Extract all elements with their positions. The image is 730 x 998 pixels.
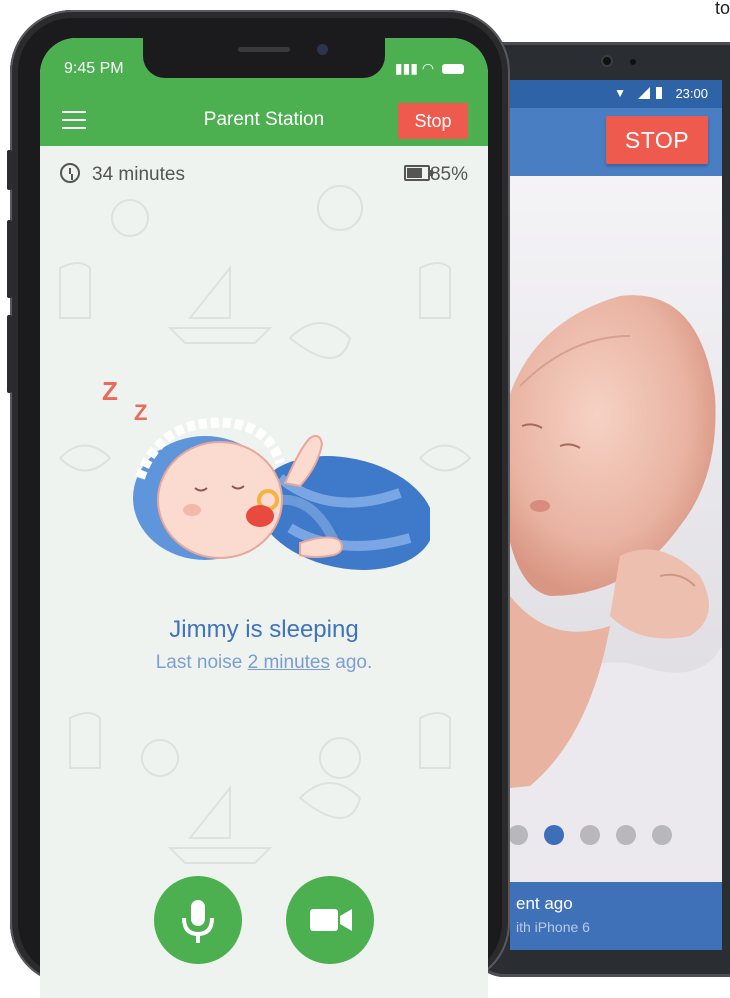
page-dot[interactable]: [616, 825, 636, 845]
android-screen: ▼ 23:00 STOP ent ago ith iPhone 6: [510, 80, 722, 950]
session-duration: 34 minutes: [92, 164, 185, 185]
android-stop-button[interactable]: STOP: [606, 116, 708, 164]
mute-switch: [7, 150, 12, 190]
last-noise-text: Last noise 2 minutes ago.: [40, 652, 488, 674]
volume-down-button: [7, 315, 12, 393]
front-camera-icon: [317, 44, 328, 55]
stop-button[interactable]: Stop: [398, 103, 468, 139]
baby-status-text: Jimmy is sleeping: [169, 616, 359, 643]
corner-text: to: [714, 0, 730, 18]
battery-icon: [404, 165, 433, 181]
notch: [143, 38, 385, 78]
video-call-button[interactable]: [286, 876, 374, 964]
android-status-time: 23:00: [675, 86, 708, 101]
status-icons: ▮▮▮ ◠: [395, 60, 464, 77]
camera-icon: [603, 57, 611, 65]
status-battery-icon: [442, 64, 464, 75]
sleep-z-icon: Z: [134, 400, 147, 425]
battery-percentage: 85%: [429, 164, 468, 185]
iphone-screen: 9:45 PM ▮▮▮ ◠ Parent Station Stop 34 min…: [40, 38, 488, 998]
speaker-icon: [238, 47, 290, 52]
android-status-bar: ▼ 23:00: [510, 80, 722, 108]
page-dot[interactable]: [652, 825, 672, 845]
status-time: 9:45 PM: [64, 60, 124, 77]
wifi-icon: ▼: [614, 86, 626, 100]
volume-up-button: [7, 220, 12, 298]
last-noise-suffix: ago.: [330, 652, 373, 673]
app-header: 9:45 PM ▮▮▮ ◠ Parent Station Stop: [40, 38, 488, 146]
android-footer: ent ago ith iPhone 6: [510, 882, 722, 950]
sleeping-baby-photo: [510, 176, 722, 888]
sleeping-baby-illustration: Z Z: [102, 376, 430, 570]
baby-video-feed[interactable]: [510, 176, 722, 888]
session-info-bar: 34 minutes 85%: [40, 146, 488, 186]
page-dot[interactable]: [510, 825, 528, 845]
cellular-signal-icon: ▮▮▮: [394, 60, 418, 76]
footer-device-text: ith iPhone 6: [516, 919, 590, 935]
page-dot-active[interactable]: [544, 825, 564, 845]
sensor-icon: [630, 59, 636, 65]
page-dot[interactable]: [580, 825, 600, 845]
microphone-icon: [182, 900, 214, 943]
signal-icon: [638, 87, 650, 99]
last-noise-link[interactable]: 2 minutes: [248, 652, 330, 673]
battery-icon: [656, 87, 662, 99]
last-noise-prefix: Last noise: [155, 652, 248, 673]
footer-activity-text: ent ago: [516, 894, 573, 913]
sleep-z-icon: Z: [102, 376, 118, 406]
page-indicator: [510, 825, 722, 845]
video-camera-icon: [310, 909, 352, 931]
microphone-button[interactable]: [154, 876, 242, 964]
wifi-icon: ◠: [421, 60, 435, 76]
clock-icon: [60, 163, 80, 183]
